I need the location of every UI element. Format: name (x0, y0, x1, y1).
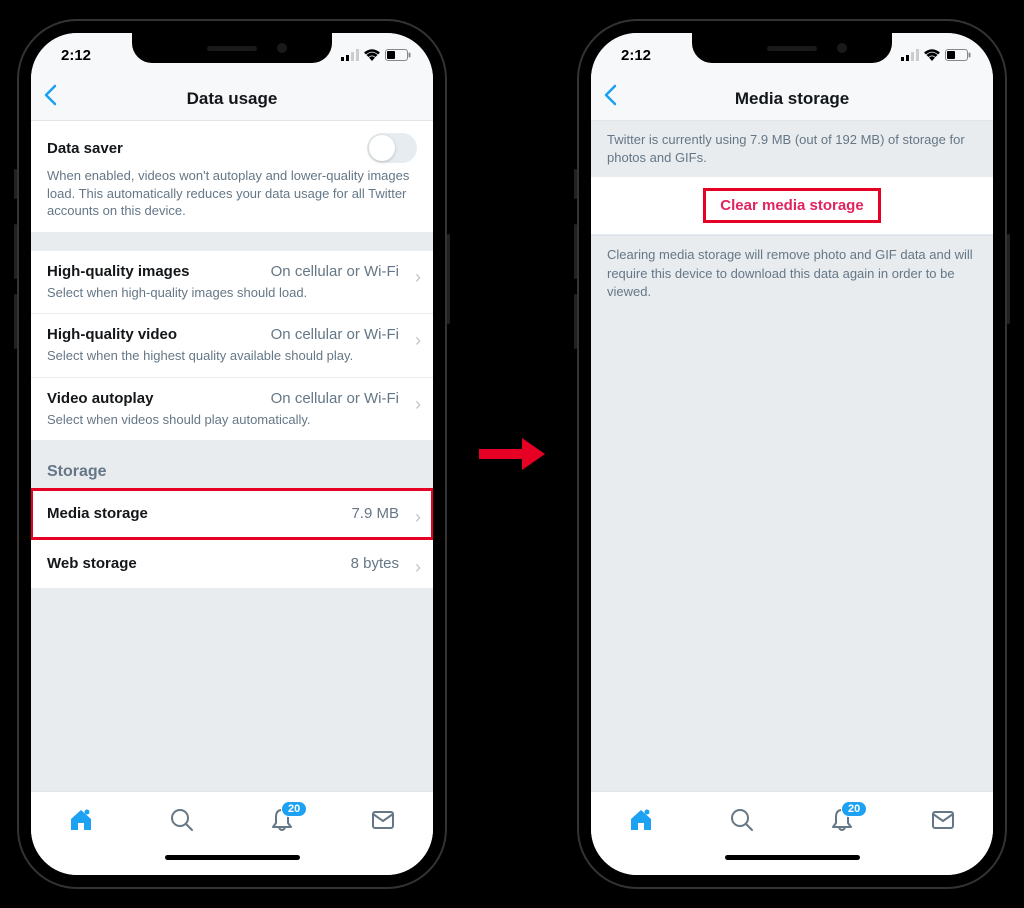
clear-warning-info: Clearing media storage will remove photo… (591, 235, 993, 311)
storage-usage-info: Twitter is currently using 7.9 MB (out o… (591, 121, 993, 177)
media-storage-value: 7.9 MB (351, 505, 399, 522)
status-time: 2:12 (61, 47, 91, 64)
chevron-right-icon: › (415, 394, 421, 415)
data-saver-desc: When enabled, videos won't autoplay and … (47, 167, 417, 220)
page-title: Data usage (31, 89, 433, 109)
back-button[interactable] (43, 84, 57, 113)
web-storage-title: Web storage (47, 555, 137, 572)
media-storage-row[interactable]: Media storage 7.9 MB › (31, 489, 433, 539)
tab-messages[interactable] (930, 807, 956, 833)
chevron-right-icon: › (415, 507, 421, 528)
signal-icon (901, 49, 919, 61)
volume-down (574, 294, 577, 349)
signal-icon (341, 49, 359, 61)
chevron-right-icon: › (415, 557, 421, 578)
power-button (1007, 234, 1010, 324)
storage-section-header: Storage (31, 441, 433, 489)
wifi-icon (924, 49, 940, 61)
battery-icon (945, 49, 971, 61)
data-saver-toggle[interactable] (367, 133, 417, 163)
hq-images-title: High-quality images (47, 263, 190, 280)
notification-badge: 20 (281, 801, 307, 817)
tab-home[interactable] (628, 807, 654, 833)
hq-video-row[interactable]: High-quality video On cellular or Wi-Fi … (31, 314, 433, 378)
tab-messages[interactable] (370, 807, 396, 833)
tab-notifications[interactable]: 20 (829, 807, 855, 833)
clear-media-storage-button[interactable]: Clear media storage (591, 177, 993, 235)
hq-video-value: On cellular or Wi-Fi (271, 326, 399, 343)
notch (132, 33, 332, 63)
page-title: Media storage (591, 89, 993, 109)
hq-images-desc: Select when high-quality images should l… (47, 284, 417, 302)
autoplay-title: Video autoplay (47, 390, 153, 407)
status-time: 2:12 (621, 47, 651, 64)
battery-icon (385, 49, 411, 61)
nav-bar: Data usage (31, 77, 433, 121)
mute-switch (14, 169, 17, 199)
tab-home[interactable] (68, 807, 94, 833)
mute-switch (574, 169, 577, 199)
chevron-right-icon: › (415, 267, 421, 288)
data-saver-row[interactable]: Data saver When enabled, videos won't au… (31, 121, 433, 233)
nav-bar: Media storage (591, 77, 993, 121)
home-indicator[interactable] (31, 847, 433, 875)
tab-bar: 20 (31, 791, 433, 847)
tab-search[interactable] (729, 807, 755, 833)
autoplay-desc: Select when videos should play automatic… (47, 411, 417, 429)
hq-images-value: On cellular or Wi-Fi (271, 263, 399, 280)
volume-up (574, 224, 577, 279)
arrow-right-icon (477, 434, 547, 474)
tab-notifications[interactable]: 20 (269, 807, 295, 833)
hq-video-desc: Select when the highest quality availabl… (47, 347, 417, 365)
home-indicator[interactable] (591, 847, 993, 875)
tab-search[interactable] (169, 807, 195, 833)
media-storage-title: Media storage (47, 505, 148, 522)
autoplay-value: On cellular or Wi-Fi (271, 390, 399, 407)
hq-images-row[interactable]: High-quality images On cellular or Wi-Fi… (31, 251, 433, 315)
notification-badge: 20 (841, 801, 867, 817)
clear-media-storage-label: Clear media storage (706, 191, 877, 220)
back-button[interactable] (603, 84, 617, 113)
power-button (447, 234, 450, 324)
phone-right: 2:12 Media storage Twitter is currently … (577, 19, 1007, 889)
web-storage-row[interactable]: Web storage 8 bytes › (31, 539, 433, 589)
data-saver-title: Data saver (47, 140, 123, 157)
volume-down (14, 294, 17, 349)
video-autoplay-row[interactable]: Video autoplay On cellular or Wi-Fi › Se… (31, 378, 433, 442)
volume-up (14, 224, 17, 279)
chevron-right-icon: › (415, 330, 421, 351)
tab-bar: 20 (591, 791, 993, 847)
wifi-icon (364, 49, 380, 61)
phone-left: 2:12 Data usage (17, 19, 447, 889)
notch (692, 33, 892, 63)
web-storage-value: 8 bytes (351, 555, 399, 572)
hq-video-title: High-quality video (47, 326, 177, 343)
